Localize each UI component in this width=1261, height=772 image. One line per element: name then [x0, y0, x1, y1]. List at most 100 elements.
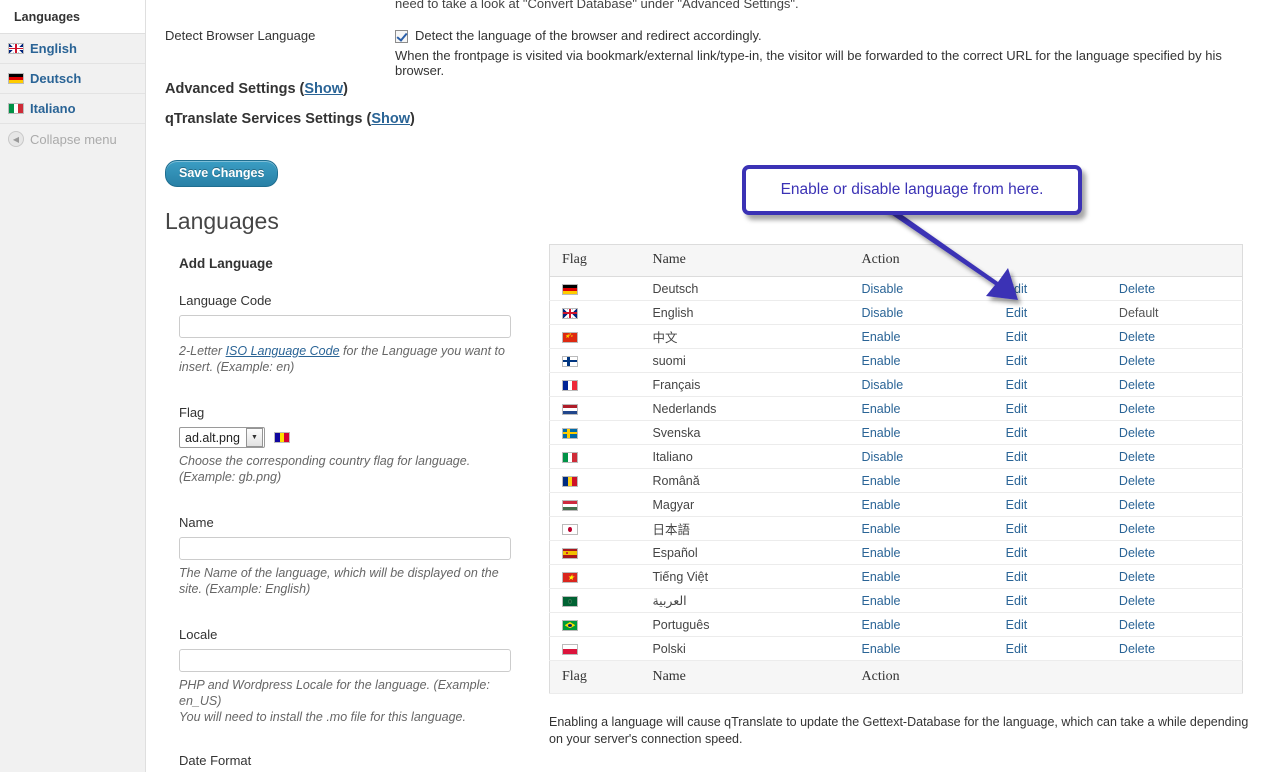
toggle-enable-link[interactable]: Disable: [862, 282, 904, 296]
delete-link[interactable]: Delete: [1119, 378, 1155, 392]
flag-icon-hu: [562, 499, 578, 511]
edit-link[interactable]: Edit: [1006, 570, 1028, 584]
cell-edit: Edit: [1005, 444, 1119, 469]
toggle-enable-link[interactable]: Disable: [862, 378, 904, 392]
cell-edit: Edit: [1005, 276, 1119, 301]
edit-link[interactable]: Edit: [1006, 642, 1028, 656]
toggle-enable-link[interactable]: Enable: [862, 402, 901, 416]
page-title: Languages: [165, 208, 279, 234]
col-footer-action: Action: [861, 660, 1243, 694]
delete-link[interactable]: Delete: [1119, 522, 1155, 536]
sidebar-item-italiano[interactable]: Italiano: [0, 94, 145, 124]
cell-flag: [549, 612, 653, 637]
flag-icon-de: [8, 73, 24, 84]
cell-action: Enable: [861, 612, 1006, 637]
sidebar-item-english[interactable]: English: [0, 34, 145, 64]
language-code-input[interactable]: [179, 315, 511, 338]
toggle-enable-link[interactable]: Enable: [862, 594, 901, 608]
services-settings-show-link[interactable]: Show: [371, 111, 410, 127]
col-header-flag: Flag: [549, 244, 653, 277]
toggle-enable-link[interactable]: Enable: [862, 642, 901, 656]
cell-action: Disable: [861, 372, 1006, 397]
delete-link[interactable]: Delete: [1119, 642, 1155, 656]
delete-link[interactable]: Delete: [1119, 450, 1155, 464]
advanced-settings-show-link[interactable]: Show: [304, 81, 343, 97]
toggle-enable-link[interactable]: Enable: [862, 546, 901, 560]
sidebar-collapse-menu[interactable]: ◀ Collapse menu: [0, 124, 145, 154]
toggle-enable-link[interactable]: Enable: [862, 474, 901, 488]
edit-link[interactable]: Edit: [1006, 546, 1028, 560]
edit-link[interactable]: Edit: [1006, 498, 1028, 512]
toggle-enable-link[interactable]: Enable: [862, 498, 901, 512]
locale-help: PHP and Wordpress Locale for the languag…: [179, 678, 490, 708]
edit-link[interactable]: Edit: [1006, 306, 1028, 320]
flag-select[interactable]: ad.alt.png ▼: [179, 427, 265, 448]
delete-link[interactable]: Delete: [1119, 546, 1155, 560]
delete-link[interactable]: Delete: [1119, 498, 1155, 512]
toggle-enable-link[interactable]: Enable: [862, 354, 901, 368]
toggle-enable-link[interactable]: Enable: [862, 330, 901, 344]
delete-link[interactable]: Delete: [1119, 282, 1155, 296]
cell-flag: [549, 300, 653, 325]
delete-link[interactable]: Delete: [1119, 618, 1155, 632]
detect-browser-language-label-cell: Detect Browser Language: [165, 28, 315, 43]
delete-link[interactable]: Delete: [1119, 330, 1155, 344]
cell-delete: Delete: [1118, 636, 1243, 661]
locale-input[interactable]: [179, 649, 511, 672]
edit-link[interactable]: Edit: [1006, 330, 1028, 344]
services-settings-heading: qTranslate Services Settings (Show): [165, 111, 415, 127]
toggle-enable-link[interactable]: Enable: [862, 522, 901, 536]
edit-link[interactable]: Edit: [1006, 450, 1028, 464]
edit-link[interactable]: Edit: [1006, 354, 1028, 368]
toggle-enable-link[interactable]: Disable: [862, 450, 904, 464]
cell-action: Enable: [861, 636, 1006, 661]
cell-action: Disable: [861, 276, 1006, 301]
cell-edit: Edit: [1005, 468, 1119, 493]
edit-link[interactable]: Edit: [1006, 282, 1028, 296]
iso-language-code-link[interactable]: ISO Language Code: [226, 344, 340, 358]
edit-link[interactable]: Edit: [1006, 474, 1028, 488]
edit-link[interactable]: Edit: [1006, 618, 1028, 632]
field-name: Name The Name of the language, which wil…: [179, 515, 535, 597]
toggle-enable-link[interactable]: Enable: [862, 618, 901, 632]
cell-flag: [549, 516, 653, 541]
field-locale: Locale PHP and Wordpress Locale for the …: [179, 627, 535, 725]
language-code-label: Language Code: [179, 293, 272, 308]
name-input[interactable]: [179, 537, 511, 560]
delete-link[interactable]: Delete: [1119, 402, 1155, 416]
save-changes-button[interactable]: Save Changes: [165, 160, 279, 187]
sidebar-collapse-label: Collapse menu: [30, 131, 117, 147]
edit-link[interactable]: Edit: [1006, 594, 1028, 608]
delete-link[interactable]: Delete: [1119, 570, 1155, 584]
edit-link[interactable]: Edit: [1006, 426, 1028, 440]
flag-help: Choose the corresponding country flag fo…: [179, 454, 471, 484]
detect-browser-language-checkbox-text: Detect the language of the browser and r…: [415, 28, 762, 43]
edit-link[interactable]: Edit: [1006, 402, 1028, 416]
cell-flag: ★ ★ ★: [549, 324, 653, 349]
table-row: ★ Tiếng Việt Enable Edit Delete: [549, 564, 1243, 589]
flag-icon-vn: ★: [562, 571, 578, 583]
edit-link[interactable]: Edit: [1006, 522, 1028, 536]
field-date-format: Date Format: [179, 753, 535, 768]
cell-delete: Delete: [1118, 444, 1243, 469]
flag-icon-ro: [562, 475, 578, 487]
delete-link[interactable]: Delete: [1119, 426, 1155, 440]
detect-browser-language-checkbox[interactable]: [395, 30, 408, 43]
toggle-enable-link[interactable]: Disable: [862, 306, 904, 320]
flag-icon-pl: [562, 643, 578, 655]
table-row: English Disable Edit Default: [549, 300, 1243, 325]
sidebar-item-deutsch[interactable]: Deutsch: [0, 64, 145, 94]
toggle-enable-link[interactable]: Enable: [862, 570, 901, 584]
delete-link[interactable]: Delete: [1119, 474, 1155, 488]
delete-link[interactable]: Delete: [1119, 354, 1155, 368]
cell-name: Nederlands: [652, 396, 862, 421]
cell-action: Enable: [861, 396, 1006, 421]
chevron-down-icon[interactable]: ▼: [245, 428, 263, 447]
cell-edit: Edit: [1005, 324, 1119, 349]
cell-action: Enable: [861, 588, 1006, 613]
cell-flag: [549, 276, 653, 301]
edit-link[interactable]: Edit: [1006, 378, 1028, 392]
table-row: Magyar Enable Edit Delete: [549, 492, 1243, 517]
delete-link[interactable]: Delete: [1119, 594, 1155, 608]
toggle-enable-link[interactable]: Enable: [862, 426, 901, 440]
